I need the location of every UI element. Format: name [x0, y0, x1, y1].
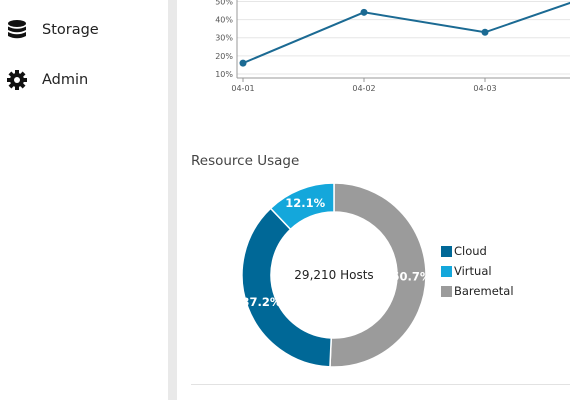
y-tick-label: 30%: [215, 34, 233, 43]
x-tick-label: 04-03: [473, 84, 496, 93]
series-line: [242, 1, 570, 65]
legend-label: Baremetal: [454, 284, 514, 298]
resource-usage-title: Resource Usage: [191, 153, 300, 169]
legend-label: Cloud: [454, 244, 487, 258]
legend-item-virtual[interactable]: Virtual: [441, 261, 514, 281]
donut-slice-cloud[interactable]: [241, 207, 333, 368]
y-tick-label: 50%: [215, 0, 233, 6]
legend-label: Virtual: [454, 264, 492, 278]
database-icon: [6, 19, 28, 41]
donut-center-label: 29,210 Hosts: [294, 268, 373, 282]
data-point: [239, 59, 247, 67]
sidebar-item-label: Storage: [42, 22, 99, 38]
host-trend-line-chart: 10% 20% 30% 40% 50% 04-01 04-02 04-03: [215, 0, 570, 93]
y-tick-label: 10%: [215, 70, 233, 79]
resource-usage-legend: Cloud Virtual Baremetal: [441, 241, 514, 301]
sidebar-item-storage[interactable]: Storage: [6, 17, 99, 43]
legend-swatch: [441, 245, 452, 257]
legend-item-cloud[interactable]: Cloud: [441, 241, 514, 261]
main-content: 10% 20% 30% 40% 50% 04-01 04-02 04-03 Resource …: [177, 0, 570, 400]
slice-label: 50.7%: [392, 270, 432, 284]
gear-icon: [6, 69, 28, 91]
legend-swatch: [441, 285, 452, 297]
divider: [191, 384, 570, 385]
sidebar-item-label: Admin: [42, 72, 89, 88]
y-tick-label: 40%: [215, 16, 233, 25]
legend-item-baremetal[interactable]: Baremetal: [441, 281, 514, 301]
sidebar-item-admin[interactable]: Admin: [6, 67, 88, 93]
x-tick-label: 04-01: [231, 84, 254, 93]
resource-usage-donut-chart: 50.7% 37.2% 12.1% 29,210 Hosts: [241, 182, 432, 368]
y-tick-label: 20%: [215, 52, 233, 61]
slice-label: 12.1%: [285, 196, 325, 210]
slice-label: 37.2%: [241, 295, 281, 309]
sidebar: Storage Admin: [0, 0, 168, 400]
legend-swatch: [441, 265, 452, 277]
x-tick-label: 04-02: [352, 84, 375, 93]
data-point: [360, 8, 368, 16]
sidebar-divider: [168, 0, 177, 400]
data-point: [481, 28, 489, 36]
